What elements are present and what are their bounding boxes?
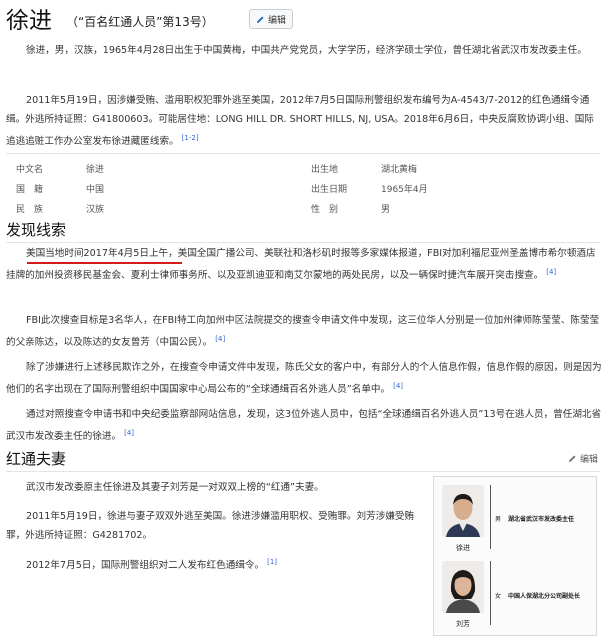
portrait-xu-jin [442,485,484,537]
basic-info-table: 中文名 徐进 出生地 湖北黄梅 国 籍 中国 出生日期 1965年4月 民 族 … [6,158,600,218]
person1-sex: 男 [495,516,502,523]
info-row: 国 籍 中国 出生日期 1965年4月 [6,178,600,198]
citation-link[interactable]: [4] [124,429,134,437]
info-value: 汉族 [86,204,105,215]
portrait-liu-fang [442,561,484,613]
wanted-persons-figure[interactable]: 徐进 男 湖北省武汉市发改委主任 刘芳 女 中国人保湖北分公司副处长 [433,476,597,636]
citation-link[interactable]: [4] [215,335,225,343]
person2-sex: 女 [495,593,502,600]
section-edit-link[interactable]: 编辑 [568,452,598,465]
citation-link[interactable]: [4] [546,268,556,276]
citation-link[interactable]: [4] [393,382,403,390]
section2-paragraph-3: 2012年7月5日，国际刑警组织对二人发布红色通缉令。 [1] [26,558,278,572]
section2-paragraph-1: 武汉市发改委原主任徐进及其妻子刘芳是一对双双上榜的“红通”夫妻。 [26,482,324,493]
section-divider [6,471,600,472]
info-value: 湖北黄梅 [381,164,418,175]
info-row: 民 族 汉族 性 别 男 [6,198,600,218]
info-value: 徐进 [86,164,105,175]
info-key: 出生日期 [311,184,348,195]
intro-paragraph-1: 徐进，男，汉族，1965年4月28日出生于中国黄梅，中国共产党党员，大学学历，经… [26,45,587,56]
person1-role: 湖北省武汉市发改委主任 [508,516,575,523]
citation-link[interactable]: [1] [267,558,277,566]
page-subtitle: （“百名红通人员”第13号） [66,15,214,29]
figure-divider-line [490,561,491,625]
info-key: 中文名 [16,164,44,175]
highlight-underline [27,262,182,264]
section-heading-red-notice-couple: 红通夫妻 [6,450,67,468]
person2-role: 中国人保湖北分公司副处长 [508,593,581,600]
info-value: 男 [381,204,391,215]
section2-paragraph-2: 2011年5月19日，徐进与妻子双双外逃至美国。徐进涉嫌滥用职权、受贿罪。刘芳涉… [6,511,415,541]
infobox-top-divider [6,153,600,154]
info-key: 出生地 [311,164,339,175]
section1-paragraph-2: FBI此次搜查目标是3名华人，在FBI特工向加州中区法院提交的搜查令申请文件中发… [6,315,600,349]
edit-button-label: 编辑 [267,15,286,26]
intro-paragraph-2: 2011年5月19日，因涉嫌受贿、滥用职权犯罪外逃至美国，2012年7月5日国际… [6,95,594,148]
info-key: 民 族 [16,204,44,215]
info-value: 1965年4月 [381,184,428,195]
pencil-icon [256,15,264,23]
edit-button[interactable]: 编辑 [249,9,293,29]
person2-name: 刘芳 [456,620,470,628]
person1-name: 徐进 [456,544,470,552]
section1-paragraph-4: 通过对照搜查令申请书和中央纪委监察部网站信息，发现，这3位外逃人员中，包括“全球… [6,409,602,443]
page-title: 徐进 [6,8,52,34]
pencil-icon [568,455,576,463]
citation-link[interactable]: [1-2] [182,134,199,142]
info-key: 性 别 [311,204,339,215]
info-row: 中文名 徐进 出生地 湖北黄梅 [6,158,600,178]
section-heading-clues: 发现线索 [6,221,67,239]
section-divider [6,242,600,243]
section1-paragraph-1: 美国当地时间2017年4月5日上午，美国全国广播公司、美联社和洛杉矶时报等多家媒… [6,248,596,282]
figure-divider-line [490,485,491,549]
info-value: 中国 [86,184,105,195]
info-key: 国 籍 [16,184,44,195]
section1-paragraph-3: 除了涉嫌进行上述移民欺诈之外，在搜查令申请文件中发现，陈氏父女的客户中，有部分人… [6,362,602,396]
